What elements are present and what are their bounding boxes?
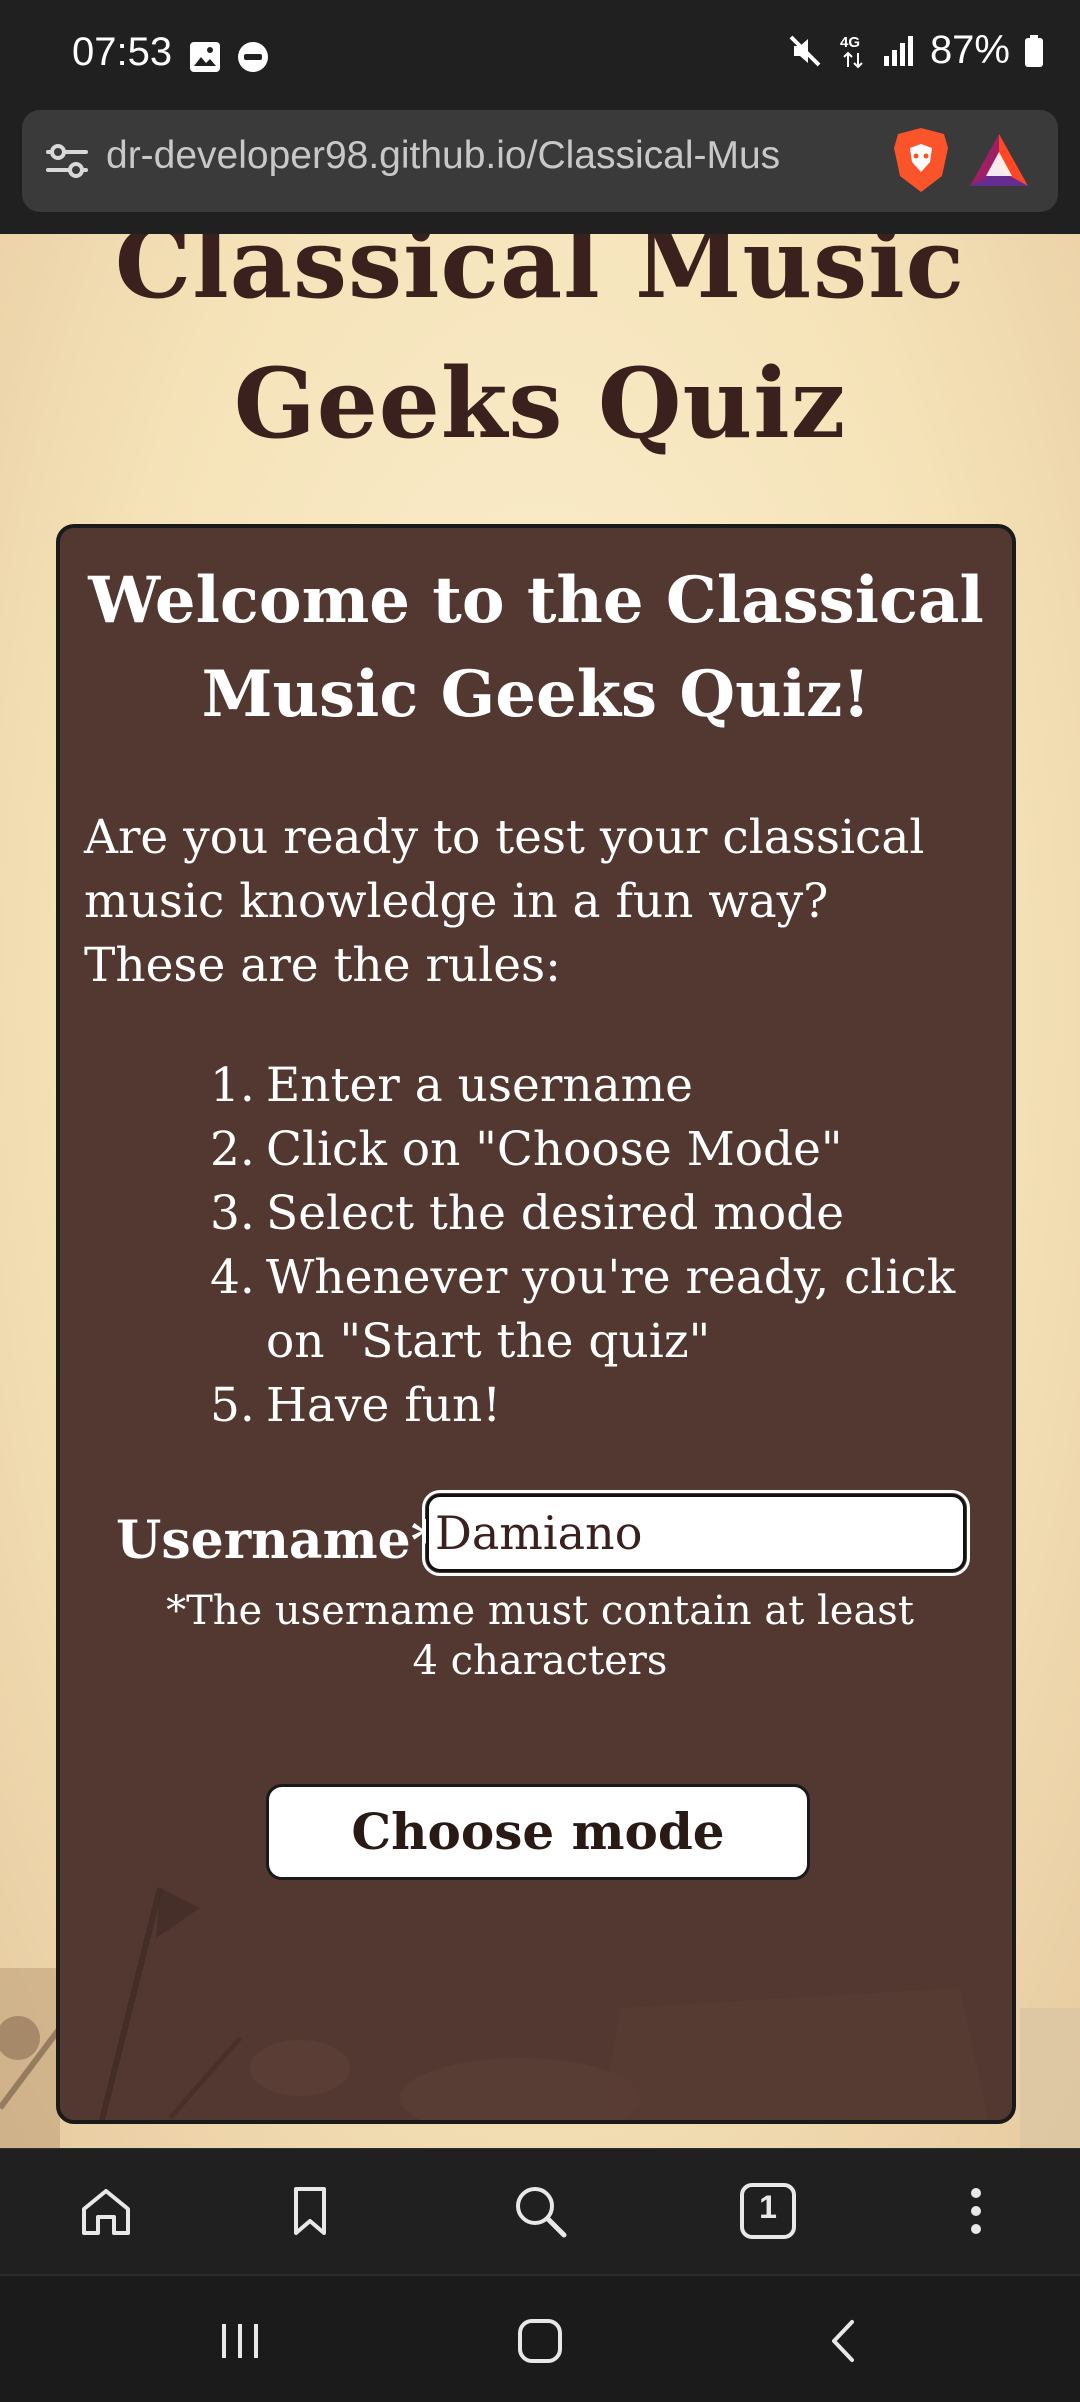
tab-count: 1 bbox=[759, 2189, 777, 2225]
address-bar[interactable]: dr-developer98.github.io/Classical-Mus bbox=[22, 110, 1058, 212]
svg-text:4G: 4G bbox=[840, 34, 860, 51]
welcome-card: Welcome to the Classical Music Geeks Qui… bbox=[56, 524, 1016, 2124]
rule-item: 3. Select the desired mode bbox=[210, 1186, 845, 1241]
intro-text: Are you ready to test your classical mus… bbox=[84, 810, 925, 993]
tabs-button[interactable]: 1 bbox=[736, 2179, 800, 2243]
bookmark-icon[interactable] bbox=[278, 2179, 342, 2243]
card-title: Welcome to the Classical Music Geeks Qui… bbox=[88, 563, 984, 732]
username-input[interactable] bbox=[422, 1490, 970, 1576]
signal-icon bbox=[883, 35, 913, 66]
battery-percent: 87% bbox=[929, 28, 1010, 72]
recent-apps-icon[interactable] bbox=[210, 2316, 270, 2366]
username-label: Username*: bbox=[116, 1510, 458, 1571]
browser-url-bar-area: dr-developer98.github.io/Classical-Mus bbox=[0, 110, 1080, 234]
username-hint: *The username must contain at least 4 ch… bbox=[166, 1588, 914, 1684]
back-icon[interactable] bbox=[814, 2316, 874, 2366]
username-row: Username*: bbox=[60, 1490, 1012, 1584]
choose-mode-button[interactable]: Choose mode bbox=[266, 1784, 810, 1880]
site-settings-icon[interactable] bbox=[40, 134, 94, 188]
mute-icon bbox=[789, 35, 821, 66]
rule-item: 5. Have fun! bbox=[210, 1378, 502, 1433]
search-icon[interactable] bbox=[508, 2179, 572, 2243]
more-options-icon[interactable] bbox=[944, 2179, 1008, 2243]
rules-list: 1. Enter a username 2. Click on "Choose Mo… bbox=[210, 1054, 990, 1438]
home-icon[interactable] bbox=[74, 2179, 138, 2243]
card-background-illustration bbox=[98, 1887, 989, 2120]
brave-shields-icon[interactable] bbox=[890, 126, 952, 194]
status-time: 07:53 bbox=[72, 30, 173, 74]
url-text[interactable]: dr-developer98.github.io/Classical-Mus bbox=[106, 134, 846, 178]
battery-icon bbox=[1025, 34, 1043, 67]
system-navigation-bar bbox=[0, 2274, 1080, 2402]
site-title: Classical Music Geeks Quiz bbox=[114, 234, 966, 460]
web-page: Classical Music Geeks Quiz Welcome to th… bbox=[0, 234, 1080, 2148]
gallery-icon bbox=[190, 42, 220, 72]
rule-item: 2. Click on "Choose Mode" bbox=[210, 1122, 843, 1177]
status-bar: 07:53 4G 87% bbox=[0, 0, 1080, 110]
rule-item: 1. Enter a username bbox=[210, 1058, 693, 1113]
bat-rewards-icon[interactable] bbox=[966, 130, 1032, 192]
rule-item: 4. Whenever you're ready, click on "Start… bbox=[210, 1250, 956, 1369]
home-nav-icon[interactable] bbox=[510, 2316, 570, 2366]
4g-icon: 4G bbox=[840, 34, 863, 68]
do-not-disturb-icon bbox=[238, 42, 268, 72]
browser-toolbar: 1 bbox=[0, 2148, 1080, 2275]
